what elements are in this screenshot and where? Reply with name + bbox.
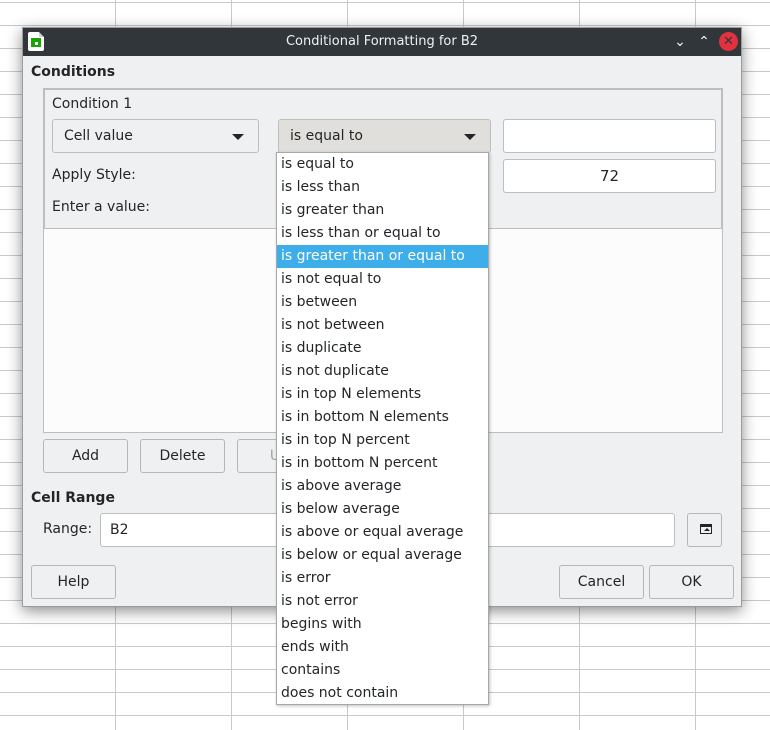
condition-label: Condition 1 — [52, 96, 133, 112]
operator-combo[interactable]: is equal to — [278, 119, 491, 153]
enter-value-field[interactable]: 72 — [503, 159, 716, 193]
cell-range-section-label: Cell Range — [31, 490, 115, 506]
dropdown-option[interactable]: does not contain — [277, 682, 488, 705]
shrink-range-icon — [700, 524, 712, 534]
add-button[interactable]: Add — [43, 439, 128, 473]
range-label: Range: — [43, 521, 93, 537]
shrink-range-button[interactable] — [687, 513, 722, 547]
minimize-icon[interactable]: ⌄ — [671, 33, 689, 51]
operator-value: is equal to — [290, 128, 363, 144]
apply-style-label: Apply Style: — [52, 167, 136, 183]
chevron-down-icon — [232, 134, 244, 140]
dropdown-option[interactable]: begins with — [277, 613, 488, 636]
dropdown-option[interactable]: contains — [277, 659, 488, 682]
ok-button[interactable]: OK — [649, 565, 734, 599]
dialog-titlebar[interactable]: Conditional Formatting for B2 ⌄ ⌃ ✕ — [23, 28, 741, 56]
dialog-title: Conditional Formatting for B2 — [285, 34, 479, 49]
dropdown-option[interactable]: is greater than or equal to — [277, 245, 488, 268]
dropdown-option[interactable]: is not duplicate — [277, 360, 488, 383]
dropdown-option[interactable]: is not equal to — [277, 268, 488, 291]
dropdown-option[interactable]: is between — [277, 291, 488, 314]
chevron-down-icon — [464, 134, 476, 140]
dropdown-option[interactable]: ends with — [277, 636, 488, 659]
cancel-button[interactable]: Cancel — [559, 565, 644, 599]
dropdown-option[interactable]: is in top N percent — [277, 429, 488, 452]
help-button[interactable]: Help — [31, 565, 116, 599]
condition-type-combo[interactable]: Cell value — [52, 119, 259, 153]
delete-button[interactable]: Delete — [140, 439, 225, 473]
maximize-icon[interactable]: ⌃ — [695, 33, 713, 51]
dropdown-option[interactable]: is above average — [277, 475, 488, 498]
operator-dropdown-list[interactable]: is equal to is less than is greater than is… — [276, 152, 489, 705]
enter-value-label: Enter a value: — [52, 199, 151, 215]
dropdown-option[interactable]: is above or equal average — [277, 521, 488, 544]
dropdown-option[interactable]: is not between — [277, 314, 488, 337]
condition-type-value: Cell value — [64, 128, 133, 144]
dropdown-option[interactable]: is equal to — [277, 153, 488, 176]
dropdown-option[interactable]: is less than — [277, 176, 488, 199]
dropdown-option[interactable]: is below average — [277, 498, 488, 521]
dropdown-option[interactable]: is not error — [277, 590, 488, 613]
dropdown-option[interactable]: is in bottom N percent — [277, 452, 488, 475]
dropdown-option[interactable]: is greater than — [277, 199, 488, 222]
dropdown-option[interactable]: is in top N elements — [277, 383, 488, 406]
dropdown-option[interactable]: is in bottom N elements — [277, 406, 488, 429]
dropdown-option[interactable]: is error — [277, 567, 488, 590]
condition-value-field[interactable] — [503, 119, 716, 153]
conditions-section-label: Conditions — [31, 64, 116, 80]
dropdown-option[interactable]: is less than or equal to — [277, 222, 488, 245]
close-icon[interactable]: ✕ — [719, 32, 738, 51]
dropdown-option[interactable]: is duplicate — [277, 337, 488, 360]
dropdown-option[interactable]: is below or equal average — [277, 544, 488, 567]
